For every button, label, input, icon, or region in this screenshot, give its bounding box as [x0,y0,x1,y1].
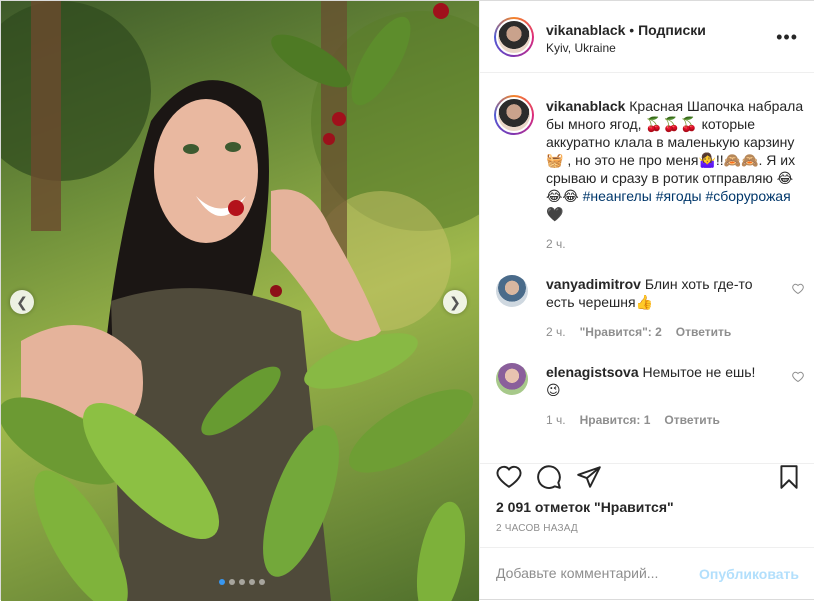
carousel-dots [219,579,265,585]
reply-button[interactable]: Ответить [676,325,731,339]
carousel-dot [239,579,245,585]
chevron-left-icon[interactable]: ❮ [10,290,34,314]
header-separator: • [629,22,635,38]
comment-likes[interactable]: "Нравится": 2 [580,325,662,339]
post-time: 2 ЧАСОВ НАЗАД [496,523,578,534]
action-bar [480,463,814,503]
hashtag-link[interactable]: #ягоды [656,188,702,204]
publish-button[interactable]: Опубликовать [699,566,799,582]
post-location[interactable]: Kyiv, Ukraine [546,41,616,55]
comment-icon[interactable] [536,464,562,490]
post-header: vikanablack • Подписки Kyiv, Ukraine ••• [480,1,814,73]
comment-meta: 2 ч. "Нравится": 2 Ответить [546,325,731,339]
hashtag-link[interactable]: #неангелы [583,188,652,204]
post-photo[interactable]: ❮ ❯ [1,1,479,601]
author-avatar[interactable] [494,17,534,57]
commenter-avatar[interactable] [496,363,528,395]
caption-text: vikanablack Красная Шапочка набрала бы м… [546,97,804,223]
likes-count[interactable]: 2 091 отметок "Нравится" [496,499,674,515]
more-options-icon[interactable]: ••• [776,27,798,48]
comment-likes[interactable]: Нравится: 1 [580,413,651,427]
caption-time: 2 ч. [546,237,566,251]
comment-input[interactable] [496,562,696,584]
commenter-username[interactable]: elenagistsova [546,364,639,380]
caption-avatar[interactable] [494,95,534,135]
commenter-avatar[interactable] [496,275,528,307]
carousel-dot [249,579,255,585]
caption-end: 🖤 [546,206,564,222]
author-username[interactable]: vikanablack [546,22,625,38]
heart-icon[interactable] [496,464,522,490]
comment-meta: 1 ч. Нравится: 1 Ответить [546,413,720,427]
reply-button[interactable]: Ответить [664,413,719,427]
comments-section[interactable]: vikanablack Красная Шапочка набрала бы м… [480,85,814,455]
post-side-panel: vikanablack • Подписки Kyiv, Ukraine •••… [479,1,814,599]
comment-heart-icon[interactable] [792,283,804,295]
comment-time: 2 ч. [546,325,566,339]
header-title: vikanablack • Подписки [546,22,706,38]
comment-text: elenagistsova Немытое не ешь! 😉 [546,363,771,399]
chevron-right-icon[interactable]: ❯ [443,290,467,314]
hashtag-link[interactable]: #сборурожая [705,188,790,204]
comment-heart-icon[interactable] [792,371,804,383]
caption-username[interactable]: vikanablack [546,98,625,114]
follow-button[interactable]: Подписки [638,22,706,38]
carousel-dot [229,579,235,585]
share-icon[interactable] [576,464,602,490]
carousel-dot [219,579,225,585]
bookmark-icon[interactable] [776,464,802,490]
carousel-dot [259,579,265,585]
comment-text: vanyadimitrov Блин хоть где-то есть чере… [546,275,771,311]
comment-time: 1 ч. [546,413,566,427]
add-comment-bar: Опубликовать [480,547,814,599]
photo-illustration [1,1,479,601]
instagram-post: ❮ ❯ vikanablack • Подписки Kyiv, Ukraine… [0,0,814,601]
commenter-username[interactable]: vanyadimitrov [546,276,641,292]
